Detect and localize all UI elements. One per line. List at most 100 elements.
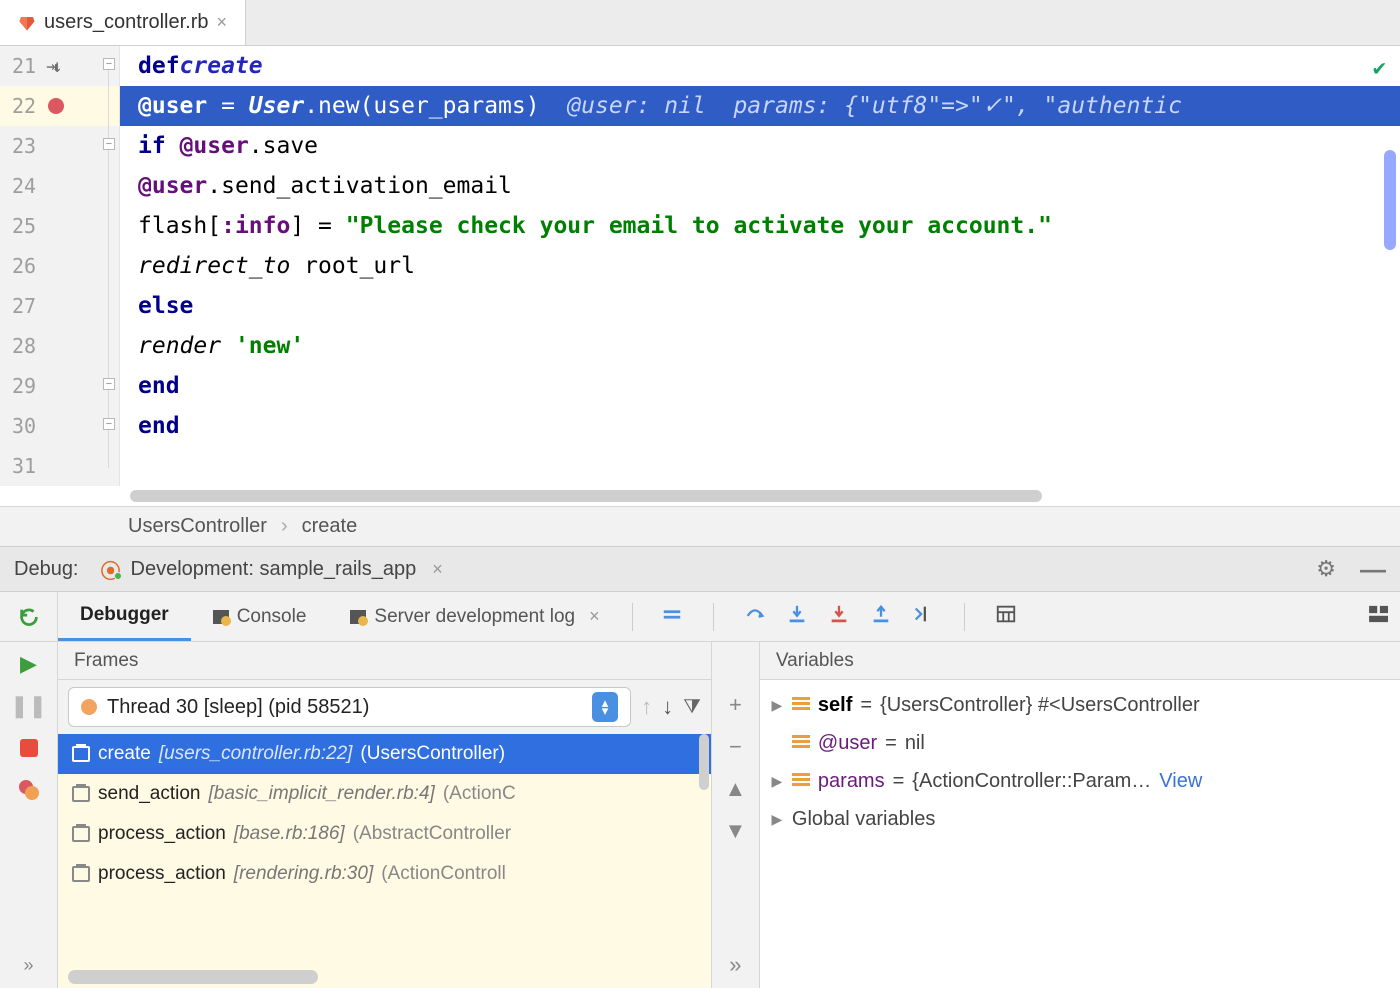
inline-debug-hint: @user: nil params: {"utf8"=>"✓", "authen…: [540, 93, 1182, 119]
line-number: 29: [12, 374, 36, 398]
rerun-button[interactable]: [0, 592, 58, 641]
debug-side-toolbar: ▶ ❚❚ »: [0, 642, 58, 988]
variable-icon: [792, 773, 810, 789]
frames-pane: Frames Thread 30 [sleep] (pid 58521) ▴▾ …: [58, 642, 712, 988]
debug-config-name[interactable]: Development: sample_rails_app: [131, 558, 417, 581]
resume-button[interactable]: ▶: [17, 652, 41, 676]
gear-icon[interactable]: ⚙: [1316, 556, 1336, 582]
log-icon: [350, 610, 366, 624]
breadcrumb-method[interactable]: create: [302, 515, 358, 538]
variables-toolbar: + − ▲ ▼ »: [712, 642, 760, 988]
method-separator-icon: ⇥↓: [46, 56, 58, 77]
debugger-tabs: Debugger Console Server development log×: [0, 592, 1400, 642]
horizontal-scrollbar[interactable]: [0, 486, 1400, 506]
stack-frame[interactable]: send_action [basic_implicit_render.rb:4]…: [58, 774, 711, 814]
variable-row[interactable]: @user = nil: [770, 724, 1390, 762]
close-icon[interactable]: ×: [432, 559, 443, 580]
add-watch-icon[interactable]: +: [729, 692, 742, 718]
fold-toggle-icon[interactable]: −: [103, 138, 115, 150]
move-down-icon[interactable]: ▼: [725, 818, 747, 844]
close-icon[interactable]: ×: [217, 12, 228, 33]
editor-gutter[interactable]: 21⇥↓ 22 23 24 25 26 27 28 29 30 31 − − −…: [0, 46, 120, 486]
variable-row[interactable]: ▶ params = {ActionController::Param… Vie…: [770, 762, 1390, 800]
breakpoint-icon[interactable]: [48, 98, 64, 114]
line-number: 25: [12, 214, 36, 238]
more-icon[interactable]: »: [729, 952, 741, 978]
variables-header: Variables: [760, 642, 1400, 680]
rails-run-config-icon: ⦿: [101, 559, 121, 579]
thread-status-icon: [81, 699, 97, 715]
close-icon[interactable]: ×: [589, 606, 600, 627]
tab-server-log[interactable]: Server development log×: [328, 592, 621, 641]
fold-toggle-icon[interactable]: −: [103, 418, 115, 430]
fold-toggle-icon[interactable]: −: [103, 58, 115, 70]
line-number: 23: [12, 134, 36, 158]
vertical-scrollbar[interactable]: [699, 734, 709, 790]
fold-column[interactable]: − − − −: [100, 46, 118, 486]
view-link[interactable]: View: [1159, 770, 1202, 793]
expand-icon[interactable]: ▶: [770, 697, 784, 714]
code-body[interactable]: ✔ def create @user = User.new(user_param…: [120, 46, 1400, 486]
code-editor[interactable]: 21⇥↓ 22 23 24 25 26 27 28 29 30 31 − − −…: [0, 46, 1400, 506]
file-tab-label: users_controller.rb: [44, 11, 209, 34]
ruby-file-icon: [18, 14, 36, 32]
breadcrumb-class[interactable]: UsersController: [128, 515, 267, 538]
variable-row[interactable]: ▶ self = {UsersController} #<UsersContro…: [770, 686, 1390, 724]
chevron-right-icon: ›: [281, 515, 288, 538]
frame-icon: [72, 826, 90, 842]
remove-watch-icon[interactable]: −: [729, 734, 742, 760]
tab-debugger[interactable]: Debugger: [58, 592, 191, 641]
frame-icon: [72, 746, 90, 762]
view-breakpoints-button[interactable]: [17, 778, 41, 802]
console-icon: [213, 610, 229, 624]
step-over-icon[interactable]: [744, 603, 766, 631]
variables-pane: Variables ▶ self = {UsersController} #<U…: [760, 642, 1400, 988]
variables-list[interactable]: ▶ self = {UsersController} #<UsersContro…: [760, 680, 1400, 988]
variable-icon: [792, 735, 810, 751]
stack-frame[interactable]: process_action [rendering.rb:30] (Action…: [58, 854, 711, 894]
variable-icon: [792, 697, 810, 713]
expand-icon[interactable]: ▶: [770, 773, 784, 790]
step-into-icon[interactable]: [786, 603, 808, 631]
fold-toggle-icon[interactable]: −: [103, 378, 115, 390]
debug-toolwindow-header: Debug: ⦿ Development: sample_rails_app ×…: [0, 546, 1400, 592]
line-number: 28: [12, 334, 36, 358]
horizontal-scrollbar[interactable]: [68, 970, 318, 984]
tab-console[interactable]: Console: [191, 592, 329, 641]
stack-frame[interactable]: process_action [base.rb:186] (AbstractCo…: [58, 814, 711, 854]
debug-panels: ▶ ❚❚ » Frames Thread 30 [sleep] (pid 585…: [0, 642, 1400, 988]
frames-list[interactable]: create [users_controller.rb:22] (UsersCo…: [58, 734, 711, 988]
evaluate-expression-icon[interactable]: [995, 603, 1017, 631]
line-number: 21: [12, 54, 36, 78]
pause-button[interactable]: ❚❚: [17, 694, 41, 718]
filter-ic: ⧩: [683, 696, 701, 719]
frame-icon: [72, 866, 90, 882]
thread-label: Thread 30 [sleep] (pid 58521): [107, 696, 369, 719]
dropdown-stepper-icon[interactable]: ▴▾: [592, 692, 618, 722]
show-execution-point-icon[interactable]: [661, 603, 683, 631]
file-tab-users-controller[interactable]: users_controller.rb ×: [0, 0, 246, 45]
frames-header: Frames: [58, 642, 711, 680]
editor-tab-bar: users_controller.rb ×: [0, 0, 1400, 46]
step-out-icon[interactable]: [870, 603, 892, 631]
breadcrumb[interactable]: UsersController › create: [0, 506, 1400, 546]
line-number: 27: [12, 294, 36, 318]
stop-button[interactable]: [17, 736, 41, 760]
expand-icon[interactable]: ▶: [770, 811, 784, 828]
thread-selector[interactable]: Thread 30 [sleep] (pid 58521) ▴▾: [68, 687, 631, 727]
stack-frame[interactable]: create [users_controller.rb:22] (UsersCo…: [58, 734, 711, 774]
variable-row[interactable]: ▶ Global variables: [770, 800, 1390, 838]
more-icon[interactable]: »: [23, 955, 33, 976]
force-step-into-icon[interactable]: [828, 603, 850, 631]
run-to-cursor-icon[interactable]: [912, 603, 934, 631]
move-up-icon[interactable]: ▲: [725, 776, 747, 802]
prev-frame-icon[interactable]: ↑: [641, 694, 652, 720]
layout-settings-icon[interactable]: [1368, 605, 1390, 629]
line-number: 31: [12, 454, 36, 478]
line-number: 24: [12, 174, 36, 198]
execution-line[interactable]: @user = User.new(user_params) @user: nil…: [120, 86, 1400, 126]
frame-icon: [72, 786, 90, 802]
minimize-icon[interactable]: —: [1360, 554, 1386, 585]
next-frame-icon[interactable]: ↓: [662, 694, 673, 720]
line-number: 26: [12, 254, 36, 278]
